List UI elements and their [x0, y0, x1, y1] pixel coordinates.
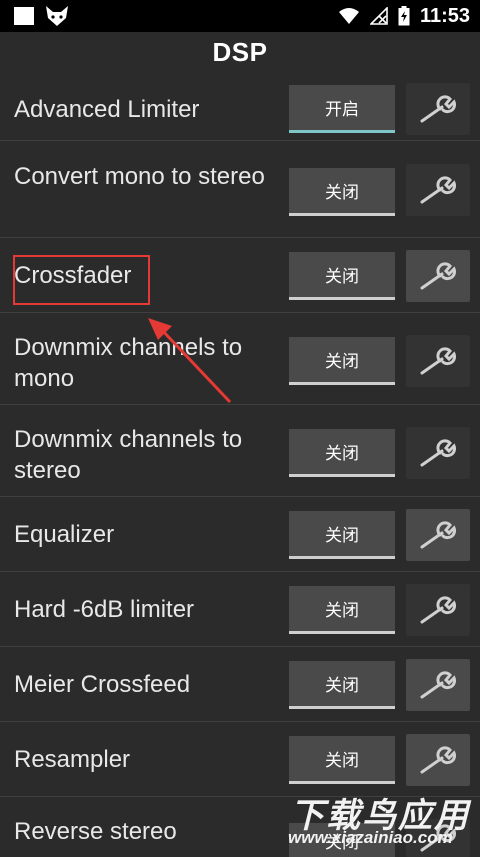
- dsp-row-label: Convert mono to stereo: [14, 163, 265, 190]
- page-title: DSP: [212, 36, 268, 67]
- wrench-icon: [420, 746, 456, 774]
- toggle-button[interactable]: 关闭: [289, 511, 395, 559]
- dsp-row-convert-mono: Convert mono to stereo 关闭: [0, 141, 480, 238]
- dsp-row-downmix-mono: Downmix channels to mono 关闭: [0, 313, 480, 405]
- toggle-button[interactable]: 关闭: [289, 736, 395, 784]
- dsp-row-label: Reverse stereo: [14, 818, 177, 845]
- settings-button[interactable]: [406, 164, 470, 216]
- watermark-url: www.xiazainiao.com: [288, 828, 453, 847]
- app-bar: DSP: [0, 32, 480, 72]
- watermark: 下载鸟应用 www.xiazainiao.com: [284, 786, 474, 848]
- dsp-row-advanced-limiter: Advanced Limiter 开启: [0, 72, 480, 141]
- settings-button[interactable]: [406, 427, 470, 479]
- dsp-row-label: Resampler: [14, 746, 131, 773]
- dsp-row-label: Downmix channels to stereo: [14, 426, 243, 484]
- wrench-icon: [420, 347, 456, 375]
- toggle-button[interactable]: 关闭: [289, 252, 395, 300]
- wrench-icon: [420, 176, 456, 204]
- settings-button[interactable]: [406, 509, 470, 561]
- dsp-row-downmix-stereo: Downmix channels to stereo 关闭: [0, 405, 480, 497]
- dsp-row-label: Hard -6dB limiter: [14, 596, 195, 623]
- annotation-arrow: [148, 318, 232, 404]
- wrench-icon: [420, 521, 456, 549]
- toggle-button[interactable]: 关闭: [289, 337, 395, 385]
- no-signal-icon: [369, 7, 388, 25]
- wrench-icon: [420, 596, 456, 624]
- wifi-icon: [338, 8, 359, 24]
- toggle-button[interactable]: 关闭: [289, 168, 395, 216]
- dsp-row-equalizer: Equalizer 关闭: [0, 497, 480, 572]
- settings-button[interactable]: [406, 734, 470, 786]
- settings-button[interactable]: [406, 250, 470, 302]
- wrench-icon: [420, 262, 456, 290]
- dsp-row-label: Meier Crossfeed: [14, 671, 191, 698]
- settings-button[interactable]: [406, 659, 470, 711]
- settings-button[interactable]: [406, 83, 470, 135]
- battery-charging-icon: [398, 6, 410, 26]
- dsp-row-label: Advanced Limiter: [14, 96, 200, 123]
- toggle-button[interactable]: 开启: [289, 85, 395, 133]
- clock: 11:53: [419, 4, 470, 27]
- toggle-button[interactable]: 关闭: [289, 586, 395, 634]
- status-bar: 11:53: [0, 0, 480, 32]
- annotation-highlight-box: [13, 255, 150, 305]
- dsp-row-meier-crossfeed: Meier Crossfeed 关闭: [0, 647, 480, 722]
- notification-icon: [14, 7, 34, 25]
- toggle-button[interactable]: 关闭: [289, 661, 395, 709]
- dsp-list: Advanced Limiter 开启 Convert mono to ster…: [0, 72, 480, 857]
- wrench-icon: [420, 439, 456, 467]
- toggle-button[interactable]: 关闭: [289, 429, 395, 477]
- fox-app-icon: [46, 6, 68, 26]
- settings-button[interactable]: [406, 335, 470, 387]
- wrench-icon: [420, 95, 456, 123]
- dsp-row-label: Equalizer: [14, 521, 115, 548]
- dsp-row-hard-limiter: Hard -6dB limiter 关闭: [0, 572, 480, 647]
- wrench-icon: [420, 671, 456, 699]
- settings-button[interactable]: [406, 584, 470, 636]
